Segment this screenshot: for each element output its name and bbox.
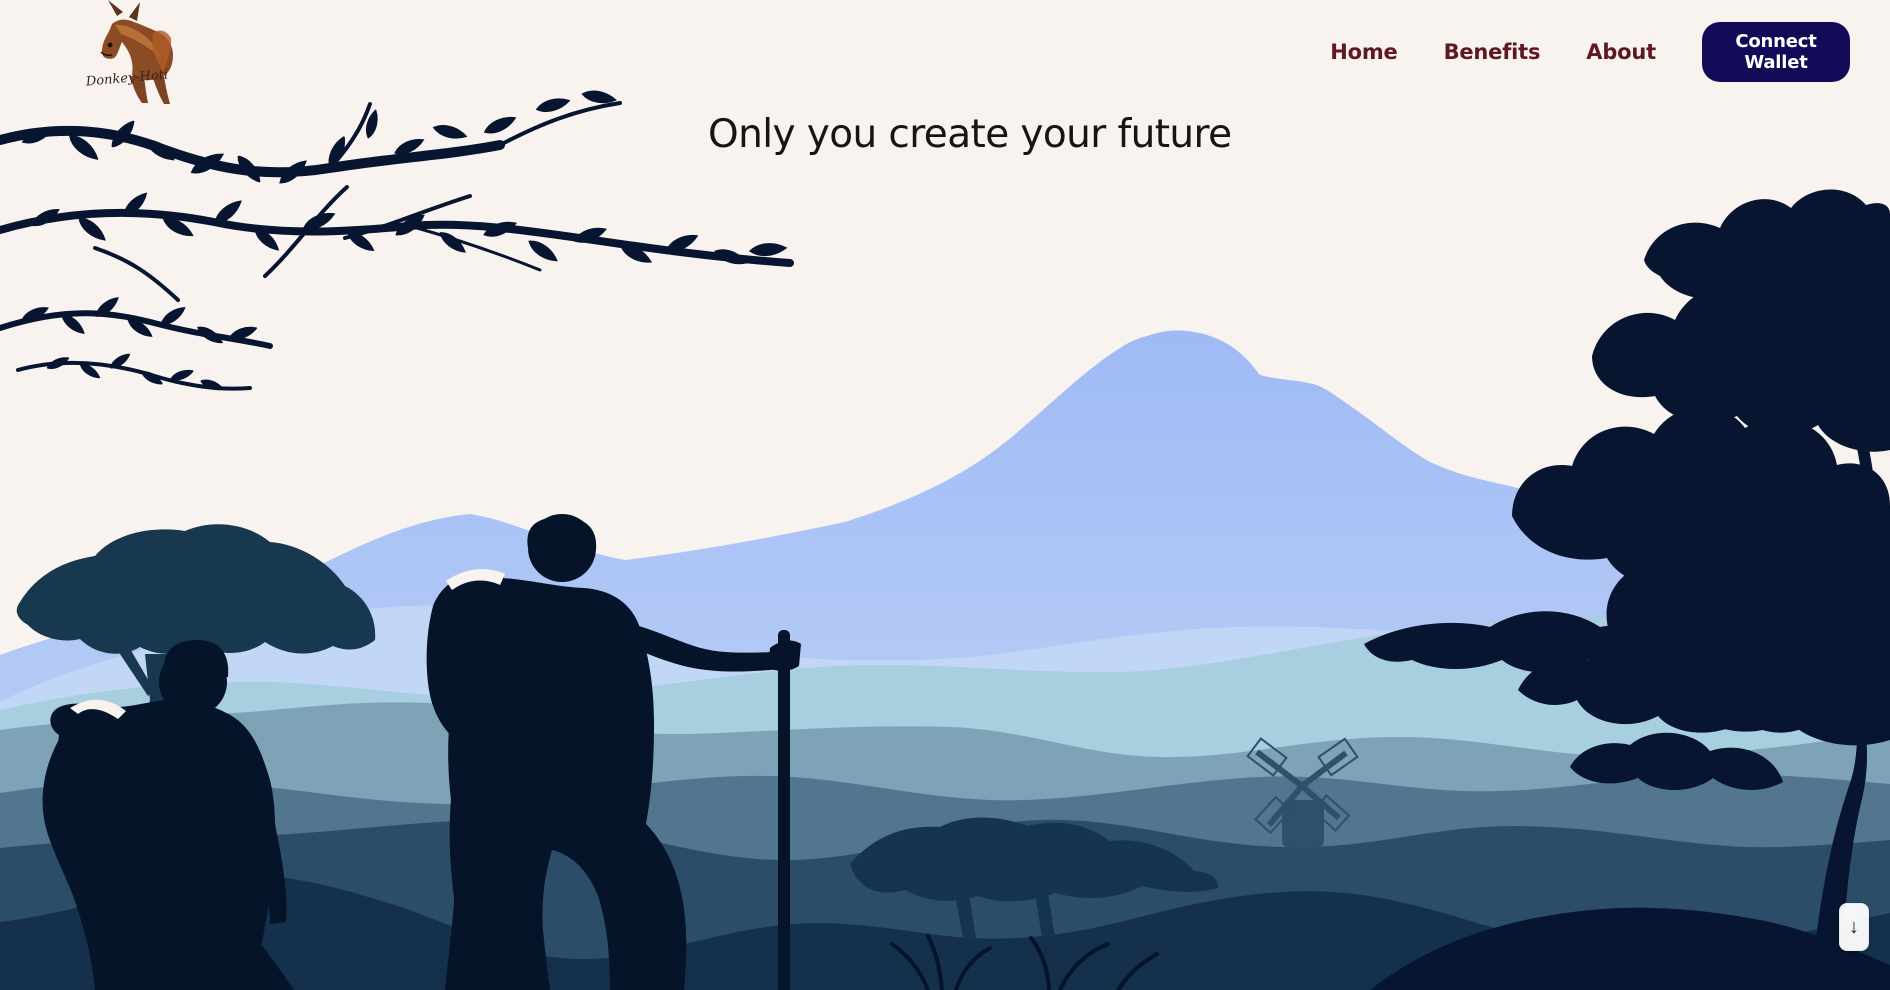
hill-mid-dark	[0, 773, 1890, 990]
landing-page: Donkey-Hoti Home Benefits About Connect …	[0, 0, 1890, 990]
foreground-plants	[890, 934, 1159, 990]
nav-home-link[interactable]: Home	[1330, 41, 1398, 63]
arrow-down-icon: ↓	[1849, 916, 1859, 938]
hill-mid	[0, 702, 1890, 990]
hiker-right	[426, 514, 801, 990]
grove-silhouette-center	[850, 817, 1219, 938]
hill-light	[0, 616, 1890, 990]
brand-logo-link[interactable]: Donkey-Hoti	[74, 0, 180, 106]
distant-mountain	[0, 330, 1890, 990]
acacia-tree-left	[16, 524, 376, 800]
connect-wallet-button[interactable]: Connect Wallet	[1702, 22, 1850, 82]
main-navigation: Home Benefits About Connect Wallet	[1330, 22, 1850, 82]
hill-dark	[0, 819, 1890, 990]
site-header: Donkey-Hoti Home Benefits About Connect …	[0, 0, 1890, 108]
nav-benefits-link[interactable]: Benefits	[1444, 41, 1541, 63]
nav-about-link[interactable]: About	[1586, 41, 1656, 63]
hero-title: Only you create your future	[708, 112, 1232, 157]
windmill	[1246, 737, 1359, 848]
scroll-down-button[interactable]: ↓	[1839, 903, 1869, 951]
tree-silhouette-right	[1364, 189, 1890, 990]
donkey-logo-icon	[100, 0, 173, 104]
tree-branch-top-left	[0, 88, 794, 394]
foreground-rocks	[0, 874, 1890, 990]
hiker-left	[42, 640, 294, 990]
misty-band	[0, 605, 1890, 990]
